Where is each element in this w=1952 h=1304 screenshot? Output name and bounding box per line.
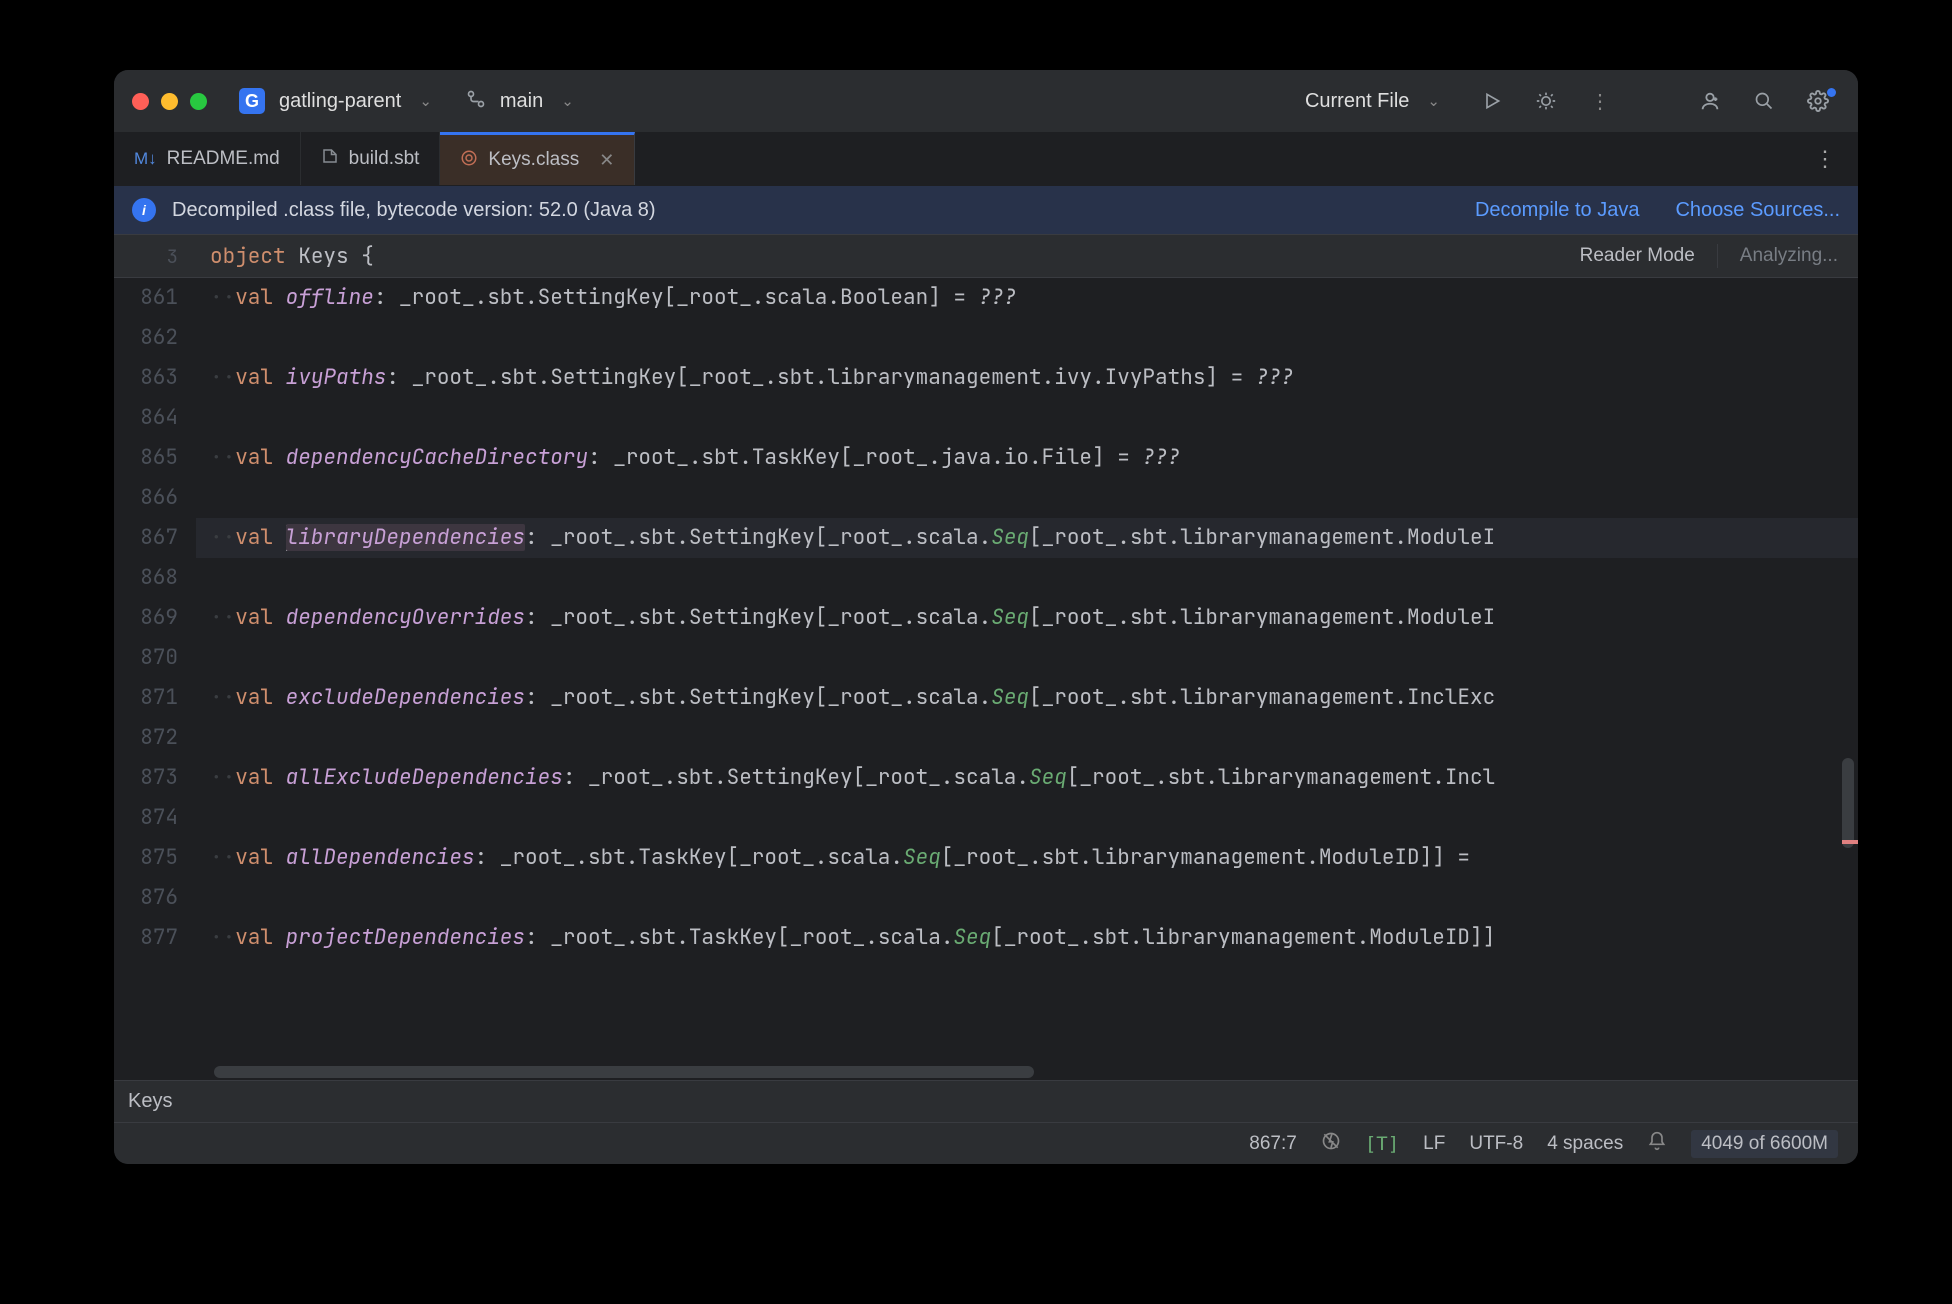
code-line[interactable] (210, 798, 1858, 838)
gutter-line-number: 870 (114, 638, 196, 678)
gutter-line-number: 871 (114, 678, 196, 718)
sticky-header: 3 object Keys { Reader Mode Analyzing... (114, 234, 1858, 278)
horizontal-scrollbar[interactable] (214, 1066, 1034, 1078)
breadcrumb-item[interactable]: Keys (128, 1090, 172, 1113)
minimize-window-button[interactable] (161, 93, 178, 110)
settings-icon[interactable] (1804, 90, 1832, 113)
line-separator[interactable]: LF (1423, 1133, 1445, 1155)
gutter-line-number: 866 (114, 478, 196, 518)
choose-sources-link[interactable]: Choose Sources... (1675, 199, 1840, 222)
ide-window: G gatling-parent ⌄ main ⌄ Current File ⌄… (114, 70, 1858, 1164)
project-badge: G (239, 88, 265, 114)
titlebar: G gatling-parent ⌄ main ⌄ Current File ⌄… (114, 70, 1858, 132)
code-line[interactable]: ··val projectDependencies: _root_.sbt.Ta… (210, 918, 1858, 958)
gutter-line-number: 872 (114, 718, 196, 758)
notifications-icon[interactable] (1647, 1131, 1667, 1157)
indent-settings[interactable]: 4 spaces (1547, 1133, 1623, 1155)
code-line[interactable]: ··val offline: _root_.sbt.SettingKey[_ro… (210, 278, 1858, 318)
status-bar: 867:7 [T] LF UTF-8 4 spaces 4049 of 6600… (114, 1122, 1858, 1164)
brace: { (361, 243, 374, 270)
search-icon[interactable] (1750, 90, 1778, 113)
gutter-line-number: 876 (114, 878, 196, 918)
gutter-line-number: 862 (114, 318, 196, 358)
branch-icon (466, 89, 486, 114)
breadcrumb-bar: Keys (114, 1080, 1858, 1122)
window-controls (132, 93, 207, 110)
sbt-icon (321, 147, 339, 170)
tabs-more-icon[interactable]: ⋮ (1792, 132, 1858, 185)
tab-label: README.md (167, 148, 280, 170)
gutter: 8618628638648658668678688698708718728738… (114, 278, 196, 1080)
code-line[interactable] (210, 718, 1858, 758)
decompile-link[interactable]: Decompile to Java (1475, 199, 1640, 222)
notification-bar: i Decompiled .class file, bytecode versi… (114, 186, 1858, 234)
code-with-me-icon[interactable] (1696, 90, 1724, 113)
code-line[interactable] (210, 878, 1858, 918)
caret-position[interactable]: 867:7 (1249, 1133, 1297, 1155)
separator (1717, 244, 1718, 268)
code-line[interactable]: ··val allDependencies: _root_.sbt.TaskKe… (210, 838, 1858, 878)
code-line[interactable]: ··val excludeDependencies: _root_.sbt.Se… (210, 678, 1858, 718)
branch-selector[interactable]: main (500, 90, 543, 113)
close-icon[interactable]: ✕ (599, 150, 614, 171)
code-content[interactable]: ··val offline: _root_.sbt.SettingKey[_ro… (196, 278, 1858, 1080)
gutter-line-number: 869 (114, 598, 196, 638)
object-name: Keys (298, 243, 348, 270)
run-icon[interactable] (1478, 90, 1506, 113)
vertical-scrollbar[interactable] (1842, 758, 1854, 848)
gutter-line-number: 877 (114, 918, 196, 958)
class-icon (460, 149, 478, 172)
code-line[interactable] (210, 478, 1858, 518)
editor-area[interactable]: 8618628638648658668678688698708718728738… (114, 278, 1858, 1080)
debug-icon[interactable] (1532, 90, 1560, 113)
code-line[interactable] (210, 558, 1858, 598)
code-line[interactable]: ··val ivyPaths: _root_.sbt.SettingKey[_r… (210, 358, 1858, 398)
gutter-line-number: 865 (114, 438, 196, 478)
code-line[interactable]: ··val dependencyCacheDirectory: _root_.s… (210, 438, 1858, 478)
power-save-icon[interactable] (1321, 1131, 1341, 1157)
gutter-line-number: 874 (114, 798, 196, 838)
code-line[interactable]: ··val allExcludeDependencies: _root_.sbt… (210, 758, 1858, 798)
gutter-line-number: 863 (114, 358, 196, 398)
project-selector[interactable]: gatling-parent (279, 90, 401, 113)
analyzing-status: Analyzing... (1740, 245, 1838, 267)
code-line[interactable] (210, 318, 1858, 358)
gutter-line-number: 875 (114, 838, 196, 878)
tab-label: build.sbt (349, 148, 420, 170)
memory-indicator[interactable]: 4049 of 6600M (1691, 1130, 1838, 1158)
chevron-down-icon: ⌄ (419, 92, 432, 110)
code-line[interactable] (210, 398, 1858, 438)
sticky-line-number: 3 (114, 244, 196, 269)
maximize-window-button[interactable] (190, 93, 207, 110)
code-line[interactable]: ··val libraryDependencies: _root_.sbt.Se… (196, 518, 1858, 558)
notification-text: Decompiled .class file, bytecode version… (172, 199, 656, 222)
info-icon: i (132, 198, 156, 222)
close-window-button[interactable] (132, 93, 149, 110)
tab-build-sbt[interactable]: build.sbt (301, 132, 441, 185)
text-mode-indicator[interactable]: [T] (1365, 1133, 1399, 1155)
gutter-line-number: 867 (114, 518, 196, 558)
run-config-selector[interactable]: Current File (1305, 90, 1409, 113)
gutter-line-number: 864 (114, 398, 196, 438)
error-stripe-mark[interactable] (1842, 840, 1858, 844)
code-line[interactable] (210, 638, 1858, 678)
code-line[interactable]: ··val dependencyOverrides: _root_.sbt.Se… (210, 598, 1858, 638)
tab-label: Keys.class (488, 149, 579, 171)
reader-mode-toggle[interactable]: Reader Mode (1580, 245, 1695, 267)
gutter-line-number: 868 (114, 558, 196, 598)
sticky-code: object Keys { (196, 243, 1580, 270)
more-icon[interactable]: ⋮ (1586, 89, 1614, 114)
gutter-line-number: 861 (114, 278, 196, 318)
chevron-down-icon: ⌄ (561, 92, 574, 110)
editor-tabs: M↓ README.md build.sbt Keys.class ✕ ⋮ (114, 132, 1858, 186)
tab-keys-class[interactable]: Keys.class ✕ (440, 132, 635, 185)
chevron-down-icon: ⌄ (1427, 92, 1440, 110)
tab-readme[interactable]: M↓ README.md (114, 132, 301, 185)
keyword: object (210, 243, 286, 270)
markdown-icon: M↓ (134, 149, 157, 169)
gutter-line-number: 873 (114, 758, 196, 798)
file-encoding[interactable]: UTF-8 (1469, 1133, 1523, 1155)
